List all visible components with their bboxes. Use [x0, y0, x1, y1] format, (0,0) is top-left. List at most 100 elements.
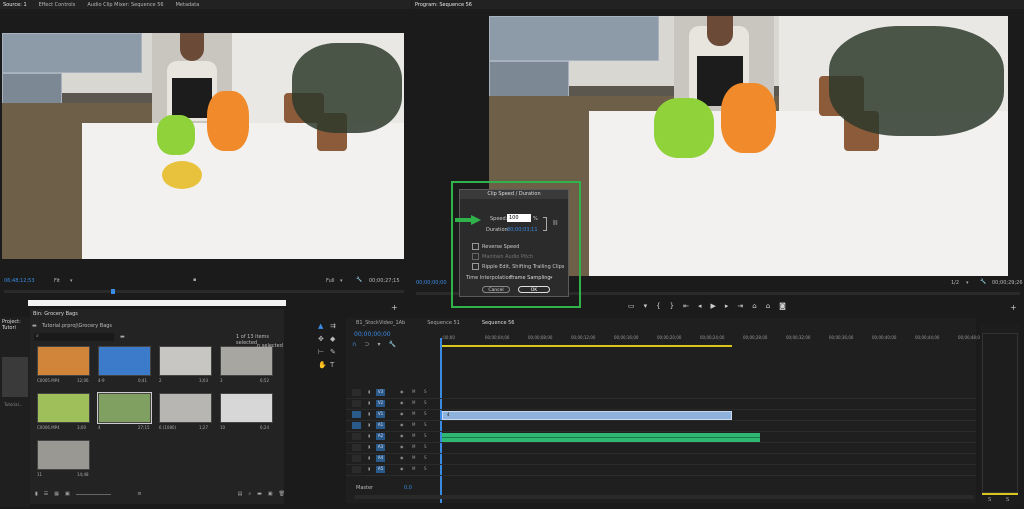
lock-icon[interactable]: ▮ — [368, 422, 370, 427]
pen-tool-icon[interactable]: ✎ — [330, 348, 336, 356]
track-label[interactable]: V1 — [376, 411, 385, 418]
timeline-timecode[interactable]: 00;00;00;00 — [354, 331, 391, 338]
new-bin-icon[interactable]: ▬ — [257, 491, 262, 499]
chevron-down-icon[interactable]: ▾ — [966, 280, 969, 286]
track-target-toggle[interactable] — [352, 466, 361, 473]
bin-thumbnail[interactable] — [37, 440, 90, 470]
fit-select[interactable]: Fit — [54, 278, 60, 284]
track-label[interactable]: V3 — [376, 389, 385, 396]
link-icon[interactable]: ⛓ — [552, 220, 558, 226]
eye-icon[interactable]: ◉ — [400, 422, 404, 427]
bin-thumbnail[interactable] — [37, 393, 90, 423]
interp-select[interactable]: Frame Sampling — [510, 275, 551, 281]
bin-thumbnail[interactable] — [98, 346, 151, 376]
go-to-out-icon[interactable]: ⇥ — [737, 302, 743, 312]
track-target-toggle[interactable] — [352, 411, 361, 418]
camera-icon[interactable]: ◙ — [779, 302, 786, 312]
mute-icon[interactable]: M — [412, 411, 415, 416]
eye-icon[interactable]: ◉ — [400, 389, 404, 394]
tab-metadata[interactable]: Metadata — [176, 2, 200, 8]
snap-icon[interactable]: ∩ — [352, 341, 356, 348]
track-label[interactable]: A5 — [376, 466, 385, 473]
solo-right-button[interactable]: S — [1006, 497, 1009, 503]
play-icon[interactable]: ▶ — [710, 302, 715, 312]
mute-icon[interactable]: M — [412, 455, 415, 460]
new-item-icon[interactable]: ▣ — [268, 491, 273, 499]
track-label[interactable]: A2 — [376, 433, 385, 440]
razor-tool-icon[interactable]: ◆ — [330, 335, 335, 343]
lock-icon[interactable]: ▮ — [368, 466, 370, 471]
hand-tool-icon[interactable]: ✋ — [318, 361, 327, 369]
track-label[interactable]: A3 — [376, 444, 385, 451]
wrench-icon[interactable]: 🔧 — [980, 279, 986, 285]
bin-thumbnail[interactable] — [37, 346, 90, 376]
folder-icon[interactable]: ▬ — [120, 334, 125, 340]
sort-icon[interactable]: ≡ — [137, 491, 141, 499]
project-tab[interactable]: Project: Tutori — [2, 319, 30, 331]
duration-value[interactable]: 00;00;03;11 — [507, 227, 538, 233]
video-clip[interactable]: 4 — [442, 411, 732, 420]
solo-left-button[interactable]: S — [988, 497, 991, 503]
track-label[interactable]: V2 — [376, 400, 385, 407]
step-forward-icon[interactable]: ▸ — [725, 302, 729, 312]
trash-icon[interactable]: 🗑 — [279, 491, 285, 499]
time-ruler[interactable]: ;00;00 00;00;04;00 00;00;08;00 00;00;12;00 0… — [442, 335, 982, 343]
bin-thumbnail[interactable] — [159, 346, 212, 376]
marker-icon[interactable]: ▪ — [193, 277, 196, 283]
extract-icon[interactable]: ⌂ — [766, 302, 770, 312]
list-view-icon[interactable]: ☰ — [44, 491, 48, 499]
bin-thumbnail[interactable] — [159, 393, 212, 423]
mute-icon[interactable]: M — [412, 389, 415, 394]
track-target-toggle[interactable] — [352, 400, 361, 407]
lock-icon[interactable]: ▮ — [368, 389, 370, 394]
bin-thumbnail[interactable] — [97, 392, 152, 424]
linked-selection-icon[interactable]: ⊃ — [364, 341, 369, 348]
lift-icon[interactable]: ⌂ — [752, 302, 756, 312]
solo-icon[interactable]: S — [424, 422, 427, 427]
track-target-toggle[interactable] — [352, 455, 361, 462]
selection-tool-icon[interactable]: ▲ — [318, 322, 323, 330]
track-target-toggle[interactable] — [352, 389, 361, 396]
slip-tool-icon[interactable]: ⊢ — [318, 348, 324, 356]
bin-title[interactable]: Bin: Grocery Bags — [33, 311, 78, 317]
tab-sequence-51[interactable]: Sequence 51 — [427, 320, 460, 326]
wrench-icon[interactable]: 🔧 — [356, 277, 362, 283]
eye-icon[interactable]: ◉ — [400, 433, 404, 438]
add-button[interactable]: + — [1010, 303, 1017, 312]
timeline-scrollbar[interactable] — [354, 495, 974, 499]
eye-icon[interactable]: ◉ — [400, 444, 404, 449]
eye-icon[interactable]: ◉ — [400, 400, 404, 405]
eye-icon[interactable]: ◉ — [400, 455, 404, 460]
ripple-edit-tool-icon[interactable]: ✥ — [318, 335, 324, 343]
tab-sequence-stock[interactable]: B1_StockVideo_1Ab — [356, 320, 405, 326]
chevron-down-icon[interactable]: ▾ — [550, 275, 553, 281]
solo-icon[interactable]: S — [424, 466, 427, 471]
eye-icon[interactable]: ◉ — [400, 466, 404, 471]
zoom-slider[interactable] — [75, 494, 112, 495]
solo-icon[interactable]: S — [424, 444, 427, 449]
source-scrub-bar[interactable] — [4, 289, 404, 294]
freeform-view-icon[interactable]: ▣ — [65, 491, 70, 499]
bin-thumbnail[interactable] — [220, 346, 273, 376]
audio-clip[interactable] — [442, 433, 760, 442]
track-label[interactable]: A1 — [376, 422, 385, 429]
track-label[interactable]: A4 — [376, 455, 385, 462]
lock-icon[interactable]: ▮ — [35, 491, 38, 499]
find-icon[interactable]: ⌕ — [248, 491, 251, 499]
chevron-down-icon[interactable]: ▾ — [70, 278, 73, 284]
source-timecode[interactable]: 06;48;12;53 — [4, 278, 35, 284]
project-thumb[interactable] — [2, 357, 28, 397]
solo-icon[interactable]: S — [424, 455, 427, 460]
track-select-tool-icon[interactable]: ⇉ — [330, 322, 336, 330]
mute-icon[interactable]: M — [412, 466, 415, 471]
lock-icon[interactable]: ▮ — [368, 444, 370, 449]
chevron-down-icon[interactable]: ▾ — [340, 278, 343, 284]
program-timecode[interactable]: 00;00;00;00 — [416, 280, 447, 286]
solo-icon[interactable]: S — [424, 400, 427, 405]
tab-audio-clip-mixer[interactable]: Audio Clip Mixer: Sequence 56 — [87, 2, 163, 8]
solo-icon[interactable]: S — [424, 433, 427, 438]
master-value[interactable]: 0.0 — [404, 485, 412, 491]
lock-icon[interactable]: ▮ — [368, 411, 370, 416]
tab-effect-controls[interactable]: Effect Controls — [39, 2, 76, 8]
eye-icon[interactable]: ◉ — [400, 411, 404, 416]
